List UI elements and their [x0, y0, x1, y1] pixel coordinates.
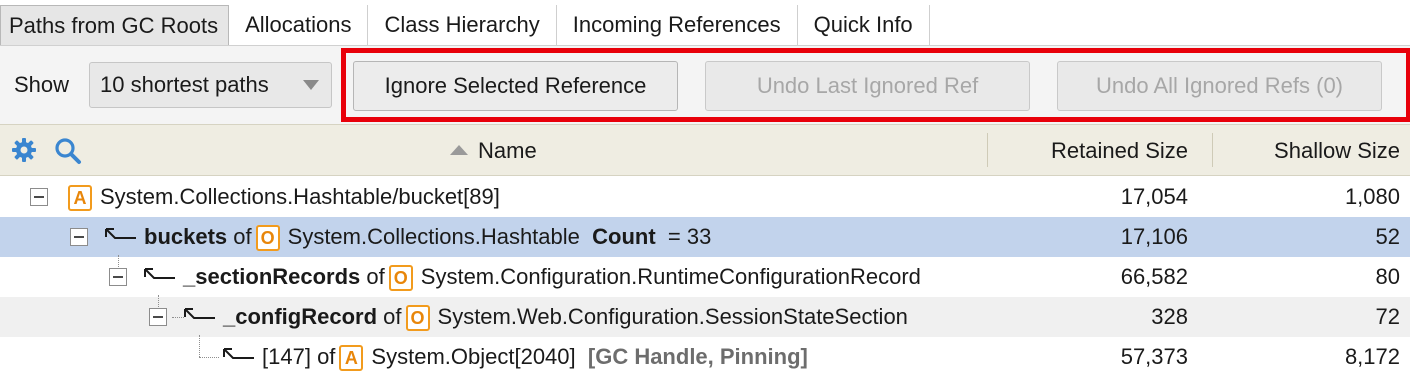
table-row[interactable]: _configRecord of O System.Web.Configuratio…: [0, 295, 1410, 337]
row-content: _configRecord of O System.Web.Configuratio…: [183, 297, 908, 337]
row-field-name: _configRecord: [223, 304, 378, 329]
show-label: Show: [14, 72, 70, 97]
retained-size-value: 66,582: [1120, 264, 1188, 289]
retained-size-value: 328: [1151, 304, 1188, 329]
tab-quick-info[interactable]: Quick Info: [797, 5, 930, 45]
object-type-icon: O: [388, 265, 413, 292]
retained-size-value: 17,106: [1120, 224, 1188, 249]
table-row-selected[interactable]: buckets of O System.Collections.Hashtable …: [0, 217, 1410, 257]
row-of-label: of: [317, 344, 336, 369]
tree-guide-line: [199, 357, 219, 358]
shallow-size-value: 72: [1375, 304, 1400, 329]
row-content: _sectionRecords of O System.Configuration.…: [143, 257, 921, 297]
row-type-name: System.Configuration.RuntimeConfiguratio…: [420, 264, 921, 289]
array-type-icon: A: [339, 345, 364, 372]
tab-class-hierarchy[interactable]: Class Hierarchy: [368, 5, 557, 45]
row-of-label: of: [383, 304, 402, 329]
object-type-icon: O: [255, 225, 280, 252]
column-separator[interactable]: [987, 133, 988, 167]
object-type-icon: O: [405, 305, 430, 332]
tab-incoming-references[interactable]: Incoming References: [556, 5, 798, 45]
table-row[interactable]: A System.Collections.Hashtable/bucket[89]…: [0, 177, 1410, 217]
row-field-name: [147]: [262, 344, 311, 369]
view-tabs: Paths from GC Roots Allocations Class Hi…: [0, 5, 930, 45]
table-row[interactable]: [147] of A System.Object[2040] [GC Handle,…: [0, 335, 1410, 377]
tab-allocations[interactable]: Allocations: [229, 5, 369, 45]
column-name-label: Name: [478, 138, 537, 163]
reference-arrow-icon: [223, 348, 254, 360]
collapse-icon[interactable]: [30, 188, 48, 206]
shallow-size-value: 8,172: [1344, 344, 1400, 369]
row-type-name: System.Collections.Hashtable: [287, 224, 580, 249]
chevron-down-icon: [303, 80, 319, 90]
retained-size-value: 17,054: [1120, 184, 1188, 209]
row-type-name: System.Object[2040]: [371, 344, 576, 369]
tree-guide-line: [199, 335, 200, 357]
row-root-info: [GC Handle, Pinning]: [587, 344, 808, 369]
search-icon[interactable]: [54, 137, 82, 170]
row-type-name: System.Collections.Hashtable/bucket[89]: [100, 184, 500, 209]
retained-size-value: 57,373: [1120, 344, 1188, 369]
show-paths-dropdown-value: 10 shortest paths: [100, 72, 269, 97]
column-separator[interactable]: [1212, 133, 1213, 167]
shallow-size-value: 80: [1375, 264, 1400, 289]
array-type-icon: A: [68, 185, 92, 212]
collapse-icon[interactable]: [70, 228, 88, 246]
row-content: [147] of A System.Object[2040] [GC Handle,…: [222, 337, 808, 377]
sort-ascending-icon: [450, 145, 468, 155]
shallow-size-value: 52: [1375, 224, 1400, 249]
row-extra-value: = 33: [667, 224, 712, 249]
row-content: buckets of O System.Collections.Hashtable …: [104, 217, 711, 257]
row-field-name: buckets: [144, 224, 228, 249]
tab-paths-from-gc-roots[interactable]: Paths from GC Roots: [0, 5, 230, 45]
collapse-icon[interactable]: [149, 308, 167, 326]
row-field-name: _sectionRecords: [183, 264, 361, 289]
shallow-size-value: 1,080: [1344, 184, 1400, 209]
show-paths-dropdown[interactable]: 10 shortest paths: [89, 62, 332, 108]
column-shallow-size-header[interactable]: Shallow Size: [1274, 138, 1400, 164]
column-retained-size-header[interactable]: Retained Size: [1051, 138, 1188, 164]
row-type-name: System.Web.Configuration.SessionStateSec…: [437, 304, 908, 329]
reference-arrow-icon: [184, 308, 215, 320]
table-row[interactable]: _sectionRecords of O System.Configuration.…: [0, 255, 1410, 297]
row-of-label: of: [366, 264, 385, 289]
column-name-header[interactable]: Name: [450, 138, 537, 164]
row-extra-label: Count: [592, 224, 656, 249]
reference-arrow-icon: [105, 228, 136, 240]
settings-gear-icon[interactable]: [11, 137, 37, 168]
reference-arrow-icon: [144, 268, 175, 280]
column-header: Name Retained Size Shallow Size: [0, 124, 1410, 176]
row-clip: _sectionRecords of O System.Configuration.…: [0, 257, 990, 297]
row-content: A System.Collections.Hashtable/bucket[89]: [64, 177, 500, 217]
tree-guide-line: [158, 295, 159, 307]
row-of-label: of: [233, 224, 252, 249]
highlight-box: [341, 48, 1410, 122]
